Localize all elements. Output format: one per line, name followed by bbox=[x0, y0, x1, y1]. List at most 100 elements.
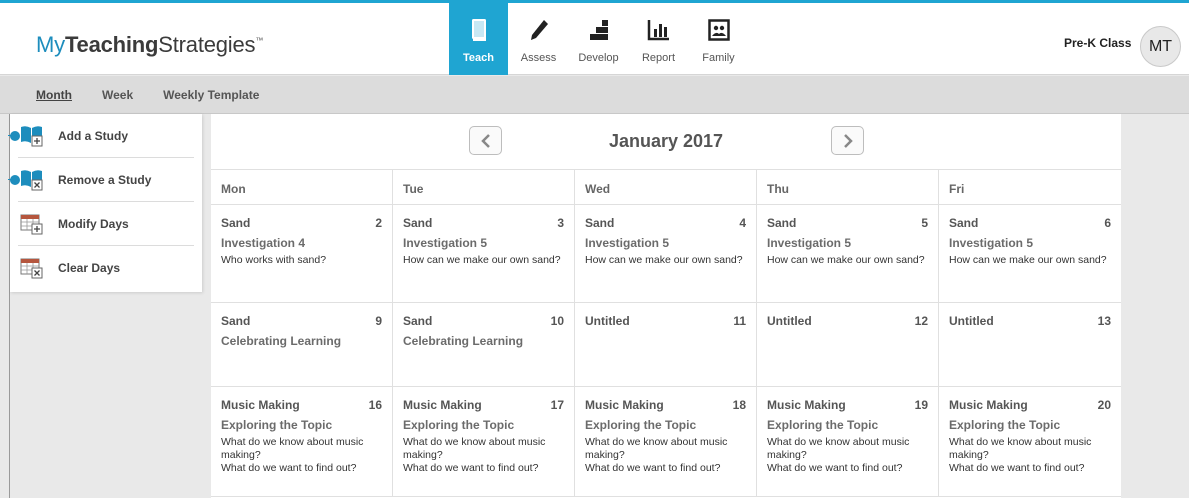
modify-days-button[interactable]: Modify Days bbox=[18, 202, 194, 246]
calendar-week: Sand 9 Celebrating Learning Sand 10 Cele… bbox=[211, 303, 1121, 387]
app-logo[interactable]: MyTeachingStrategies™ bbox=[36, 32, 263, 58]
bar-chart-icon bbox=[646, 17, 672, 43]
clear-days-button[interactable]: Clear Days bbox=[18, 246, 194, 290]
day-question: How can we make our own sand? bbox=[403, 254, 561, 266]
day-phase: Exploring the Topic bbox=[403, 418, 515, 432]
calendar-day-cell[interactable]: Sand 3 Investigation 5 How can we make o… bbox=[393, 205, 575, 302]
calendar-day-cell[interactable]: Untitled 12 bbox=[757, 303, 939, 386]
day-question: What do we know about music making? bbox=[585, 436, 728, 461]
day-number: 16 bbox=[368, 398, 382, 412]
modify-days-label: Modify Days bbox=[58, 216, 129, 231]
day-study-name: Untitled bbox=[767, 314, 812, 328]
day-study-name: Sand bbox=[949, 216, 979, 230]
calendar-day-cell[interactable]: Sand 6 Investigation 5 How can we make o… bbox=[939, 205, 1121, 302]
user-avatar[interactable]: MT bbox=[1140, 26, 1181, 67]
calendar-day-cell[interactable]: Untitled 11 bbox=[575, 303, 757, 386]
weekday-header: Tue bbox=[393, 170, 575, 204]
day-number: 20 bbox=[1097, 398, 1111, 412]
day-question: How can we make our own sand? bbox=[585, 254, 743, 266]
calendar-day-cell[interactable]: Sand 9 Celebrating Learning bbox=[211, 303, 393, 386]
class-selector[interactable]: Pre-K Class bbox=[1064, 36, 1131, 50]
day-number: 4 bbox=[739, 216, 746, 230]
weekday-header-row: Mon Tue Wed Thu Fri bbox=[211, 169, 1121, 205]
previous-month-button[interactable] bbox=[469, 126, 502, 155]
day-study-name: Sand bbox=[221, 216, 251, 230]
main-nav: Teach Assess Develop Report Family bbox=[449, 3, 749, 75]
day-number: 3 bbox=[557, 216, 564, 230]
day-study-name: Music Making bbox=[949, 398, 1028, 412]
day-question: What do we know about music making? bbox=[221, 436, 364, 461]
calendar-day-cell[interactable]: Sand 2 Investigation 4 Who works with sa… bbox=[211, 205, 393, 302]
day-number: 12 bbox=[914, 314, 928, 328]
calendar-day-cell[interactable]: Music Making 17 Exploring the Topic What… bbox=[393, 387, 575, 496]
add-study-label: Add a Study bbox=[58, 128, 129, 143]
study-actions-panel: Add a Study Remove a Study Modify Days C… bbox=[8, 114, 202, 292]
day-number: 11 bbox=[733, 314, 746, 328]
nav-develop[interactable]: Develop bbox=[569, 3, 628, 75]
calendar-day-cell[interactable]: Untitled 13 bbox=[939, 303, 1121, 386]
tab-month[interactable]: Month bbox=[36, 88, 72, 102]
nav-family[interactable]: Family bbox=[689, 3, 748, 75]
day-question: How can we make our own sand? bbox=[949, 254, 1107, 266]
calendar-day-cell[interactable]: Sand 5 Investigation 5 How can we make o… bbox=[757, 205, 939, 302]
pencil-icon bbox=[526, 17, 552, 43]
day-phase: Exploring the Topic bbox=[949, 418, 1061, 432]
day-study-name: Sand bbox=[403, 314, 433, 328]
day-question-secondary: What do we want to find out? bbox=[949, 462, 1085, 474]
book-icon bbox=[466, 17, 492, 43]
day-question-secondary: What do we want to find out? bbox=[221, 462, 357, 474]
calendar-day-cell[interactable]: Music Making 16 Exploring the Topic What… bbox=[211, 387, 393, 496]
day-study-name: Music Making bbox=[403, 398, 482, 412]
view-subnav: Month Week Weekly Template bbox=[0, 76, 1189, 114]
nav-assess-label: Assess bbox=[520, 52, 557, 64]
remove-book-icon bbox=[20, 169, 44, 191]
day-phase: Exploring the Topic bbox=[221, 418, 333, 432]
remove-study-label: Remove a Study bbox=[58, 172, 152, 187]
day-phase: Exploring the Topic bbox=[585, 418, 697, 432]
nav-report[interactable]: Report bbox=[629, 3, 688, 75]
month-calendar: January 2017 Mon Tue Wed Thu Fri Sand 2 … bbox=[211, 114, 1121, 498]
calendar-day-cell[interactable]: Music Making 20 Exploring the Topic What… bbox=[939, 387, 1121, 496]
calendar-header: January 2017 bbox=[211, 114, 1121, 169]
add-study-button[interactable]: Add a Study bbox=[8, 114, 194, 158]
day-phase: Investigation 4 bbox=[221, 236, 306, 250]
clear-days-label: Clear Days bbox=[58, 261, 121, 275]
weekday-header: Mon bbox=[211, 170, 393, 204]
family-photo-icon bbox=[706, 17, 732, 43]
tab-weekly-template[interactable]: Weekly Template bbox=[163, 88, 259, 102]
day-study-name: Sand bbox=[585, 216, 615, 230]
calendar-day-cell[interactable]: Sand 10 Celebrating Learning bbox=[393, 303, 575, 386]
pin-marker-icon bbox=[10, 175, 20, 185]
day-phase: Celebrating Learning bbox=[403, 334, 524, 348]
calendar-day-cell[interactable]: Music Making 19 Exploring the Topic What… bbox=[757, 387, 939, 496]
day-question: What do we know about music making? bbox=[767, 436, 910, 461]
calendar-week: Sand 2 Investigation 4 Who works with sa… bbox=[211, 205, 1121, 303]
weekday-header: Thu bbox=[757, 170, 939, 204]
calendar-day-cell[interactable]: Sand 4 Investigation 5 How can we make o… bbox=[575, 205, 757, 302]
next-month-button[interactable] bbox=[831, 126, 864, 155]
day-question-secondary: What do we want to find out? bbox=[585, 462, 721, 474]
nav-report-label: Report bbox=[641, 52, 676, 64]
day-question: What do we know about music making? bbox=[403, 436, 546, 461]
day-question: What do we know about music making? bbox=[949, 436, 1092, 461]
day-number: 6 bbox=[1104, 216, 1111, 230]
day-number: 19 bbox=[914, 398, 928, 412]
day-number: 9 bbox=[375, 314, 382, 328]
day-phase: Celebrating Learning bbox=[221, 334, 342, 348]
day-question-secondary: What do we want to find out? bbox=[767, 462, 903, 474]
nav-teach[interactable]: Teach bbox=[449, 3, 508, 75]
calendar-day-cell[interactable]: Music Making 18 Exploring the Topic What… bbox=[575, 387, 757, 496]
add-book-icon bbox=[20, 125, 44, 147]
nav-develop-label: Develop bbox=[578, 52, 619, 64]
app-header: MyTeachingStrategies™ Teach Assess Devel… bbox=[0, 3, 1189, 75]
remove-study-button[interactable]: Remove a Study bbox=[8, 158, 194, 202]
day-phase: Investigation 5 bbox=[585, 236, 670, 250]
tab-week[interactable]: Week bbox=[102, 88, 133, 102]
day-number: 5 bbox=[921, 216, 928, 230]
day-study-name: Untitled bbox=[949, 314, 994, 328]
nav-assess[interactable]: Assess bbox=[509, 3, 568, 75]
nav-teach-label: Teach bbox=[463, 52, 494, 64]
day-number: 10 bbox=[550, 314, 564, 328]
day-question: Who works with sand? bbox=[221, 254, 327, 266]
day-question: How can we make our own sand? bbox=[767, 254, 925, 266]
